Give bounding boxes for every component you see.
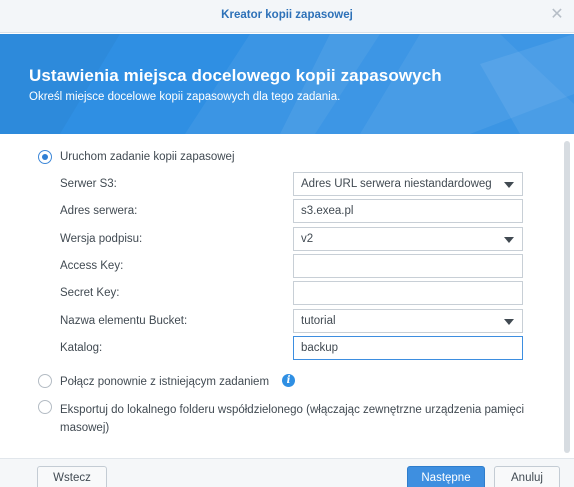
page-title: Ustawienia miejsca docelowego kopii zapa… (29, 66, 442, 85)
directory-input[interactable]: backup (293, 336, 523, 360)
signature-version-value: v2 (301, 233, 314, 245)
chevron-down-icon (504, 182, 514, 188)
window-title: Kreator kopii zapasowej (221, 9, 353, 21)
secret-key-label: Secret Key: (60, 287, 120, 299)
radio-export-local[interactable] (38, 400, 52, 414)
chevron-down-icon (504, 237, 514, 243)
radio-relink-task-label[interactable]: Połącz ponownie z istniejącym zadaniem (60, 376, 269, 388)
chevron-down-icon (504, 319, 514, 325)
info-icon[interactable]: i (282, 374, 295, 387)
signature-version-label: Wersja podpisu: (60, 233, 143, 245)
close-icon[interactable]: ✕ (548, 6, 566, 24)
server-address-label: Adres serwera: (60, 205, 138, 217)
signature-version-select[interactable]: v2 (293, 227, 523, 251)
radio-relink-task[interactable] (38, 374, 52, 388)
radio-create-task-label[interactable]: Uruchom zadanie kopii zapasowej (60, 151, 235, 163)
content-scrollbar[interactable] (564, 141, 570, 453)
s3-server-label: Serwer S3: (60, 178, 117, 190)
cancel-button[interactable]: Anuluj (494, 466, 560, 487)
next-button[interactable]: Następne (407, 466, 485, 487)
s3-server-select[interactable]: Adres URL serwera niestandardowego (293, 172, 523, 196)
back-button[interactable]: Wstecz (37, 466, 107, 487)
secret-key-input[interactable] (293, 281, 523, 305)
window-titlebar: Kreator kopii zapasowej ✕ (0, 0, 574, 33)
s3-server-value: Adres URL serwera niestandardowego (301, 178, 491, 190)
page-subtitle: Określ miejsce docelowe kopii zapasowych… (29, 91, 341, 103)
server-address-input[interactable]: s3.exea.pl (293, 199, 523, 223)
directory-label: Katalog: (60, 342, 103, 354)
radio-export-local-label[interactable]: Eksportuj do lokalnego folderu współdzie… (60, 401, 558, 437)
bucket-name-label: Nazwa elementu Bucket: (60, 315, 188, 327)
access-key-label: Access Key: (60, 260, 124, 272)
bucket-name-value: tutorial (301, 315, 336, 327)
header-banner: Ustawienia miejsca docelowego kopii zapa… (0, 34, 574, 134)
radio-create-task[interactable] (38, 150, 52, 164)
bucket-name-select[interactable]: tutorial (293, 309, 523, 333)
access-key-input[interactable] (293, 254, 523, 278)
